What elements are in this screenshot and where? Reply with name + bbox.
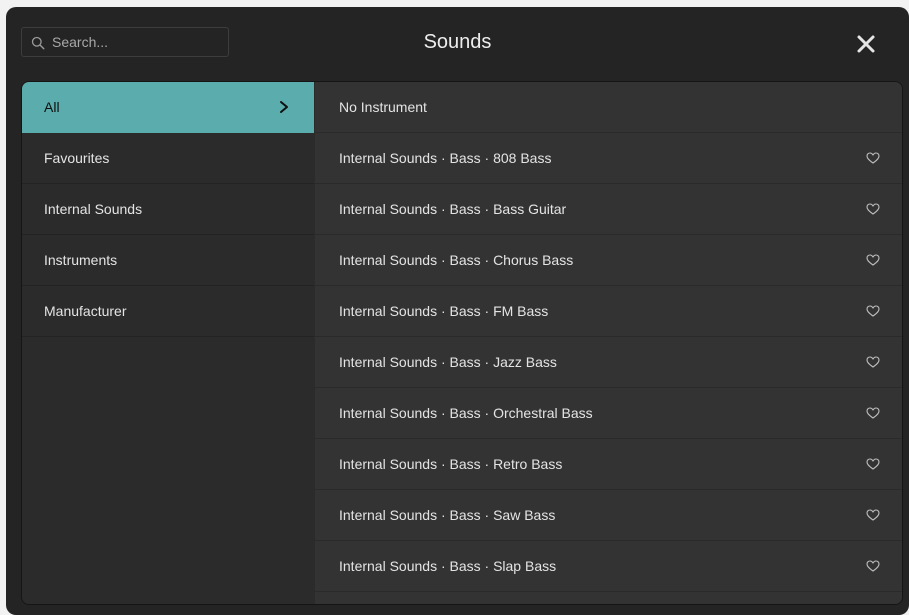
sidebar-item-label: All <box>44 99 60 115</box>
sidebar-item-label: Favourites <box>44 150 110 166</box>
category-sidebar: All Favourites Internal Sounds Instrumen… <box>22 82 314 604</box>
sidebar-item-label: Manufacturer <box>44 303 127 319</box>
sidebar-item-label: Instruments <box>44 252 118 268</box>
browser-panel: All Favourites Internal Sounds Instrumen… <box>21 81 903 605</box>
heart-icon[interactable] <box>866 203 880 215</box>
list-item-label: Internal Sounds · Bass · Jazz Bass <box>339 354 557 370</box>
search-box[interactable] <box>21 27 229 57</box>
sidebar-item-instruments[interactable]: Instruments <box>22 235 314 286</box>
list-item[interactable]: Internal Sounds · Bass · Orchestral Bass <box>315 388 902 439</box>
search-icon <box>31 36 45 50</box>
sidebar-item-label: Internal Sounds <box>44 201 143 217</box>
list-item[interactable]: Internal Sounds · Bass · Retro Bass <box>315 439 902 490</box>
heart-icon[interactable] <box>866 305 880 317</box>
heart-icon[interactable] <box>866 560 880 572</box>
sidebar-item-manufacturer[interactable]: Manufacturer <box>22 286 314 337</box>
sidebar-item-favourites[interactable]: Favourites <box>22 133 314 184</box>
list-item[interactable]: Internal Sounds · Bass · Slap Bass <box>315 541 902 592</box>
list-item-label: Internal Sounds · Bass · Orchestral Bass <box>339 405 593 421</box>
list-item-label: Internal Sounds · Bass · FM Bass <box>339 303 549 319</box>
search-input[interactable] <box>52 28 222 56</box>
list-item-label: Internal Sounds · Bass · 808 Bass <box>339 150 552 166</box>
list-item-label: Internal Sounds · Bass · Slap Bass <box>339 558 557 574</box>
list-item[interactable]: Internal Sounds · Bass · Saw Bass <box>315 490 902 541</box>
sounds-dialog: Sounds All Favourites Internal Sounds In… <box>6 7 909 615</box>
list-item[interactable]: Internal Sounds · Bass · Chorus Bass <box>315 235 902 286</box>
list-item-label: Internal Sounds · Bass · Saw Bass <box>339 507 556 523</box>
list-item[interactable]: Internal Sounds · Bass · FM Bass <box>315 286 902 337</box>
sound-list: No Instrument Internal Sounds · Bass · 8… <box>315 82 902 604</box>
list-item[interactable]: Internal Sounds · Bass · 808 Bass <box>315 133 902 184</box>
list-item-label: No Instrument <box>339 99 427 115</box>
heart-icon[interactable] <box>866 356 880 368</box>
heart-icon[interactable] <box>866 458 880 470</box>
list-item-label: Internal Sounds · Bass · Retro Bass <box>339 456 563 472</box>
heart-icon[interactable] <box>866 152 880 164</box>
list-item[interactable]: Internal Sounds · Bass · Bass Guitar <box>315 184 902 235</box>
dialog-header: Sounds <box>6 7 909 81</box>
heart-icon[interactable] <box>866 254 880 266</box>
list-item-no-instrument[interactable]: No Instrument <box>315 82 902 133</box>
heart-icon[interactable] <box>866 509 880 521</box>
sidebar-item-internal-sounds[interactable]: Internal Sounds <box>22 184 314 235</box>
list-item-label: Internal Sounds · Bass · Chorus Bass <box>339 252 574 268</box>
chevron-right-icon <box>280 101 288 113</box>
heart-icon[interactable] <box>866 407 880 419</box>
list-item-label: Internal Sounds · Bass · Bass Guitar <box>339 201 567 217</box>
list-item[interactable]: Internal Sounds · Bass · Jazz Bass <box>315 337 902 388</box>
close-icon[interactable] <box>854 32 878 56</box>
sidebar-item-all[interactable]: All <box>22 82 314 133</box>
